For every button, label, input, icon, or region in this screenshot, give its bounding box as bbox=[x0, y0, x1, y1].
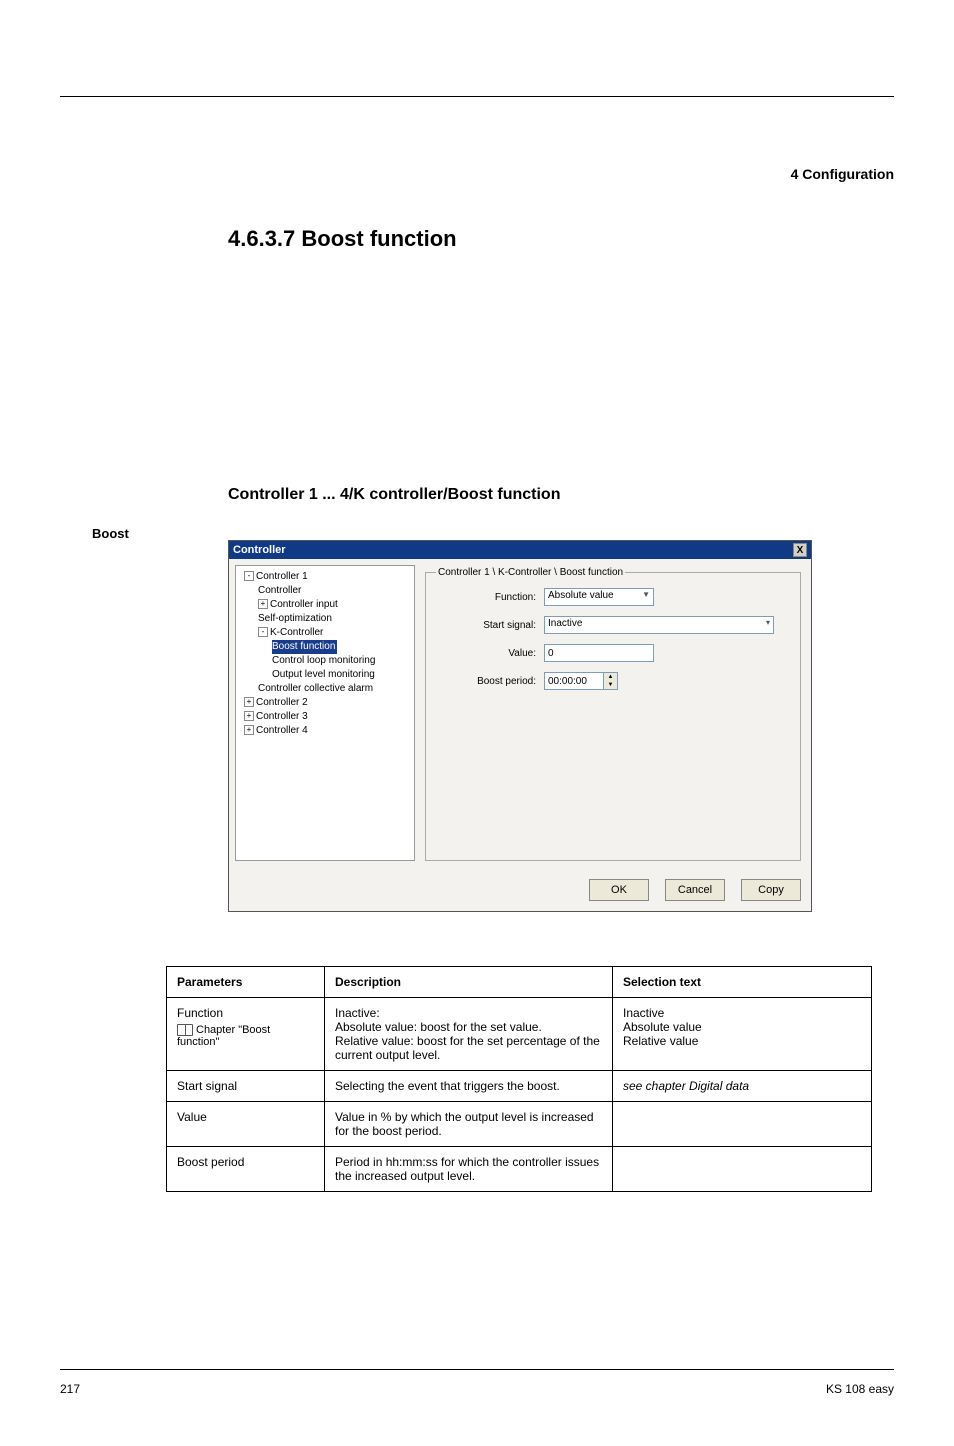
chevron-down-icon: ▾ bbox=[766, 618, 770, 627]
desc-cell: Period in hh:mm:ss for which the control… bbox=[325, 1147, 613, 1192]
dialog-title: Controller bbox=[233, 544, 286, 556]
table-row: Start signal Selecting the event that tr… bbox=[167, 1071, 872, 1102]
ok-button[interactable]: OK bbox=[589, 879, 649, 901]
th-selection-text: Selection text bbox=[613, 967, 872, 998]
spin-up-icon[interactable]: ▲ bbox=[604, 673, 617, 681]
tree-node-controller-4[interactable]: +Controller 4 bbox=[240, 724, 410, 738]
tree-node-boost-function[interactable]: Boost function bbox=[240, 640, 410, 654]
cancel-button[interactable]: Cancel bbox=[665, 879, 725, 901]
function-label: Function: bbox=[436, 592, 544, 603]
footer-page-number: 217 bbox=[60, 1382, 80, 1396]
param-note: Chapter "Boost function" bbox=[177, 1024, 314, 1048]
group-legend: Controller 1 \ K-Controller \ Boost func… bbox=[436, 567, 625, 578]
desc-line: Inactive: bbox=[335, 1006, 602, 1020]
parameters-table: Parameters Description Selection text Fu… bbox=[166, 966, 872, 1192]
sel-line: Relative value bbox=[623, 1034, 861, 1048]
start-signal-combo[interactable]: Inactive▾ bbox=[544, 616, 774, 634]
section-side-label: Boost bbox=[92, 526, 129, 541]
dialog-titlebar: Controller X bbox=[229, 541, 811, 559]
expand-icon[interactable]: + bbox=[244, 711, 254, 721]
tree-node-collective-alarm[interactable]: Controller collective alarm bbox=[240, 682, 410, 696]
header-right: 4 Configuration bbox=[791, 166, 894, 182]
collapse-icon[interactable]: - bbox=[258, 627, 268, 637]
expand-icon[interactable]: + bbox=[244, 697, 254, 707]
boost-period-spinner[interactable]: ▲▼ bbox=[544, 672, 618, 690]
chapter-heading: 4.6.3.7 Boost function bbox=[228, 226, 457, 252]
tree-node-controller-3[interactable]: +Controller 3 bbox=[240, 710, 410, 724]
param-name: Function bbox=[177, 1006, 314, 1020]
tree-node-controller-2[interactable]: +Controller 2 bbox=[240, 696, 410, 710]
table-row: Boost period Period in hh:mm:ss for whic… bbox=[167, 1147, 872, 1192]
boost-period-label: Boost period: bbox=[436, 676, 544, 687]
tree-node-self-optimization[interactable]: Self-optimization bbox=[240, 612, 410, 626]
desc-cell: Value in % by which the output level is … bbox=[325, 1102, 613, 1147]
expand-icon[interactable]: + bbox=[258, 599, 268, 609]
tree-node-controller-1[interactable]: -Controller 1 bbox=[240, 570, 410, 584]
th-description: Description bbox=[325, 967, 613, 998]
tree-node-controller-input[interactable]: +Controller input bbox=[240, 598, 410, 612]
sel-line: Absolute value bbox=[623, 1020, 861, 1034]
tree-node-output-level-mon[interactable]: Output level monitoring bbox=[240, 668, 410, 682]
dialog-button-bar: OK Cancel Copy bbox=[229, 869, 811, 911]
desc-line: Relative value: boost for the set percen… bbox=[335, 1034, 602, 1062]
value-label: Value: bbox=[436, 648, 544, 659]
table-row: Value Value in % by which the output lev… bbox=[167, 1102, 872, 1147]
close-icon[interactable]: X bbox=[793, 543, 807, 557]
th-parameters: Parameters bbox=[167, 967, 325, 998]
table-row: Function Chapter "Boost function" Inacti… bbox=[167, 998, 872, 1071]
tree-node-k-controller[interactable]: -K-Controller bbox=[240, 626, 410, 640]
start-signal-label: Start signal: bbox=[436, 620, 544, 631]
sel-line: Inactive bbox=[623, 1006, 861, 1020]
copy-button[interactable]: Copy bbox=[741, 879, 801, 901]
desc-cell: Selecting the event that triggers the bo… bbox=[325, 1071, 613, 1102]
sel-cell bbox=[613, 1102, 872, 1147]
param-name: Start signal bbox=[167, 1071, 325, 1102]
value-input[interactable] bbox=[544, 644, 654, 662]
param-name: Boost period bbox=[167, 1147, 325, 1192]
page-footer: 217 KS 108 easy bbox=[60, 1382, 894, 1396]
table-header-row: Parameters Description Selection text bbox=[167, 967, 872, 998]
tree-node-control-loop-mon[interactable]: Control loop monitoring bbox=[240, 654, 410, 668]
book-icon bbox=[177, 1024, 193, 1036]
footer-doc-name: KS 108 easy bbox=[826, 1382, 894, 1396]
desc-line: Absolute value: boost for the set value. bbox=[335, 1020, 602, 1034]
spin-down-icon[interactable]: ▼ bbox=[604, 681, 617, 689]
section-heading: Controller 1 ... 4/K controller/Boost fu… bbox=[228, 486, 560, 504]
footer-rule bbox=[60, 1369, 894, 1370]
boost-function-group: Controller 1 \ K-Controller \ Boost func… bbox=[425, 567, 801, 861]
chevron-down-icon: ▼ bbox=[642, 590, 650, 599]
controller-dialog: Controller X -Controller 1 Controller +C… bbox=[228, 540, 812, 912]
tree-view[interactable]: -Controller 1 Controller +Controller inp… bbox=[235, 565, 415, 861]
expand-icon[interactable]: + bbox=[244, 725, 254, 735]
collapse-icon[interactable]: - bbox=[244, 571, 254, 581]
boost-period-input[interactable] bbox=[544, 672, 604, 690]
header-rule bbox=[60, 96, 894, 97]
sel-cell bbox=[613, 1147, 872, 1192]
param-name: Value bbox=[167, 1102, 325, 1147]
function-combo[interactable]: Absolute value▼ bbox=[544, 588, 654, 606]
sel-cell: see chapter Digital data bbox=[613, 1071, 872, 1102]
tree-node-controller[interactable]: Controller bbox=[240, 584, 410, 598]
